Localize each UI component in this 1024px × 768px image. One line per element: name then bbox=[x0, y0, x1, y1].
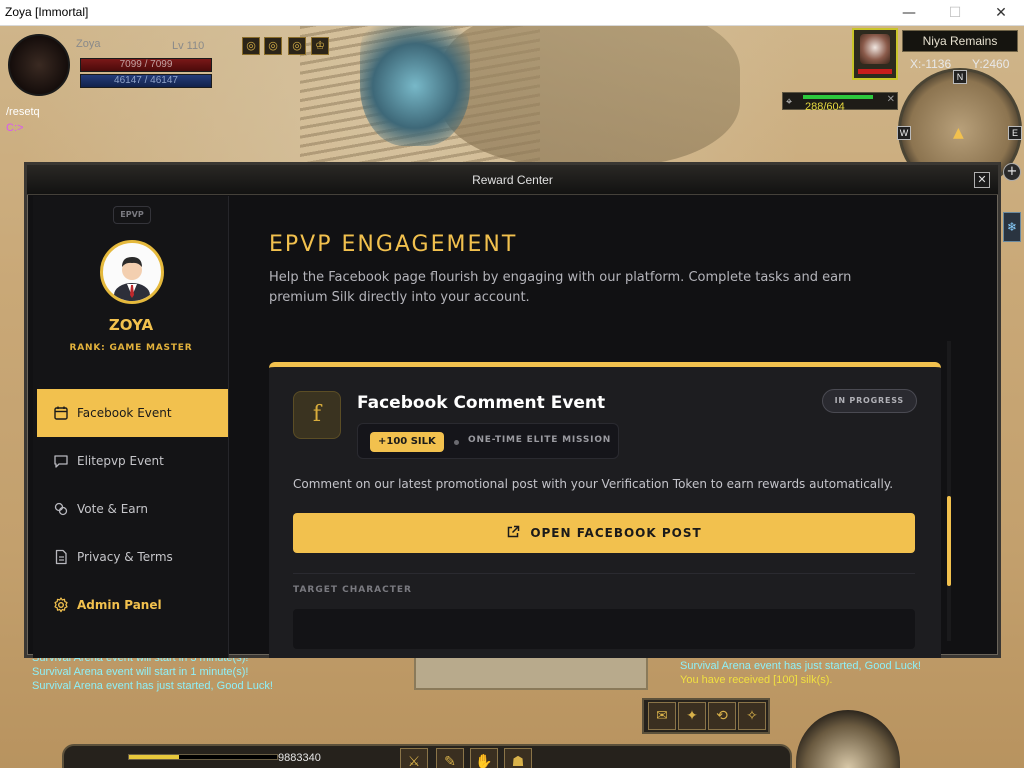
facebook-icon: f bbox=[293, 391, 341, 439]
page-title: EPVP ENGAGEMENT bbox=[269, 232, 518, 257]
window-title: Zoya [Immortal] bbox=[5, 5, 89, 19]
window-titlebar: Zoya [Immortal] — ☐ ✕ bbox=[0, 0, 1024, 26]
nav-label: Elitepvp Event bbox=[77, 454, 164, 468]
system-message: Survival Arena event will start in 1 min… bbox=[32, 666, 249, 678]
exp-bar: ⌖ 288/604 ✕ bbox=[782, 92, 898, 113]
sidebar: EPVP ZOYA RANK: GAME MASTER Facebook Eve… bbox=[33, 196, 229, 658]
dialog-title: Reward Center bbox=[27, 165, 998, 195]
skill-slot[interactable]: ⚔ bbox=[400, 748, 428, 768]
pet-hp-bar bbox=[858, 69, 892, 74]
skill-slot[interactable]: ✋ bbox=[470, 748, 498, 768]
region-name: Niya Remains bbox=[902, 30, 1018, 52]
reward-center-dialog: Reward Center ✕ EPVP ZOYA RANK: GAME MAS… bbox=[24, 162, 1001, 658]
skill-row: ✉ ✦ ⟲ ✧ bbox=[642, 698, 770, 734]
event-card: f Facebook Comment Event +100 SILK ONE-T… bbox=[269, 362, 941, 658]
buff-ring-icon[interactable]: ◎ bbox=[242, 37, 260, 55]
character-name: Zoya bbox=[76, 38, 101, 50]
chat-input-prompt[interactable]: C:> bbox=[6, 122, 23, 134]
reward-info: +100 SILK ONE-TIME ELITE MISSION bbox=[357, 423, 619, 459]
gold-progress-fill bbox=[129, 755, 179, 759]
zoom-in-button[interactable]: + bbox=[1003, 163, 1021, 181]
reward-badge: +100 SILK bbox=[370, 432, 444, 452]
scrollbar-track[interactable] bbox=[947, 341, 951, 641]
avatar bbox=[100, 240, 164, 304]
system-message: Survival Arena event has just started, G… bbox=[680, 660, 921, 672]
document-icon bbox=[55, 549, 67, 565]
buff-crown-icon[interactable]: ♔ bbox=[311, 37, 329, 55]
page-description: Help the Facebook page flourish by engag… bbox=[269, 270, 852, 305]
separator-dot bbox=[454, 440, 459, 445]
stars-icon[interactable]: ✧ bbox=[738, 702, 766, 730]
sparkle-icon[interactable]: ✦ bbox=[678, 702, 706, 730]
skill-slot[interactable]: ☗ bbox=[504, 748, 532, 768]
quickbar-panel bbox=[414, 656, 648, 690]
mp-bar: 46147 / 46147 bbox=[80, 74, 212, 88]
compass-north: N bbox=[953, 70, 967, 84]
crosshair-icon: ⌖ bbox=[786, 95, 793, 108]
buff-ring-icon[interactable]: ◎ bbox=[288, 37, 306, 55]
hp-bar: 7099 / 7099 bbox=[80, 58, 212, 72]
gear-icon bbox=[54, 597, 68, 613]
player-name: ZOYA bbox=[108, 316, 154, 334]
close-icon[interactable]: ✕ bbox=[887, 94, 895, 105]
coord-y: Y:2460 bbox=[972, 57, 1010, 71]
pet-portrait[interactable] bbox=[852, 28, 898, 80]
scroll-icon[interactable]: ✉ bbox=[648, 702, 676, 730]
exp-value: 288/604 bbox=[805, 101, 845, 113]
scrollbar-thumb[interactable] bbox=[947, 496, 951, 586]
dialog-close-button[interactable]: ✕ bbox=[974, 172, 990, 188]
menu-orb[interactable] bbox=[796, 710, 900, 768]
nav-label: Admin Panel bbox=[77, 598, 162, 612]
nav-admin-panel[interactable]: Admin Panel bbox=[37, 581, 228, 629]
player-rank: RANK: GAME MASTER bbox=[69, 343, 193, 353]
pet-face-icon bbox=[860, 34, 890, 64]
system-message: You have received [100] silk(s). bbox=[680, 674, 833, 686]
buff-ring-icon[interactable]: ◎ bbox=[264, 37, 282, 55]
divider bbox=[293, 573, 915, 574]
status-badge: IN PROGRESS bbox=[821, 389, 917, 413]
compass-west: W bbox=[897, 126, 911, 140]
nav-label: Vote & Earn bbox=[77, 502, 148, 516]
open-facebook-post-button[interactable]: OPEN FACEBOOK POST bbox=[293, 513, 915, 553]
close-window-button[interactable]: ✕ bbox=[978, 0, 1024, 26]
exp-fill bbox=[803, 95, 873, 99]
calendar-icon bbox=[54, 406, 68, 420]
event-title: Facebook Comment Event bbox=[357, 393, 606, 413]
maximize-button[interactable]: ☐ bbox=[932, 0, 978, 26]
external-link-icon bbox=[508, 525, 520, 538]
cta-label: OPEN FACEBOOK POST bbox=[530, 526, 702, 540]
nav-label: Facebook Event bbox=[77, 406, 172, 420]
compass-east: E bbox=[1008, 126, 1022, 140]
user-avatar-icon bbox=[114, 257, 150, 301]
hook-icon[interactable]: ⟲ bbox=[708, 702, 736, 730]
gold-amount: 9883340 bbox=[278, 752, 321, 764]
minimize-button[interactable]: — bbox=[886, 0, 932, 26]
nav-facebook-event[interactable]: Facebook Event bbox=[37, 389, 228, 437]
character-portrait[interactable] bbox=[8, 34, 70, 96]
target-character-input[interactable] bbox=[293, 609, 915, 649]
brand-badge: EPVP bbox=[113, 206, 151, 224]
comment-icon bbox=[54, 455, 68, 468]
mission-type: ONE-TIME ELITE MISSION bbox=[468, 435, 612, 445]
skill-slot[interactable]: ✎ bbox=[436, 748, 464, 768]
skill-snowflake-icon[interactable]: ❄ bbox=[1003, 212, 1021, 242]
event-description: Comment on our latest promotional post w… bbox=[293, 477, 894, 491]
character-level: Lv 110 bbox=[172, 40, 205, 52]
nav-label: Privacy & Terms bbox=[77, 550, 173, 564]
main-content: EPVP ENGAGEMENT Help the Facebook page f… bbox=[230, 196, 998, 658]
gold-progress-bar bbox=[128, 754, 278, 760]
chat-line: /resetq bbox=[6, 106, 40, 118]
system-message: Survival Arena event has just started, G… bbox=[32, 680, 273, 692]
nav-elitepvp-event[interactable]: Elitepvp Event bbox=[37, 437, 228, 485]
nav-vote-earn[interactable]: Vote & Earn bbox=[37, 485, 228, 533]
player-arrow-icon: ▲ bbox=[953, 125, 964, 141]
scene-rock bbox=[440, 26, 740, 166]
target-character-label: TARGET CHARACTER bbox=[293, 585, 412, 595]
link-icon bbox=[54, 502, 68, 516]
bottom-hud: 9883340 ⚔ ✎ ✋ ☗ bbox=[62, 744, 792, 768]
nav-privacy-terms[interactable]: Privacy & Terms bbox=[37, 533, 228, 581]
scene-creature bbox=[360, 26, 470, 146]
